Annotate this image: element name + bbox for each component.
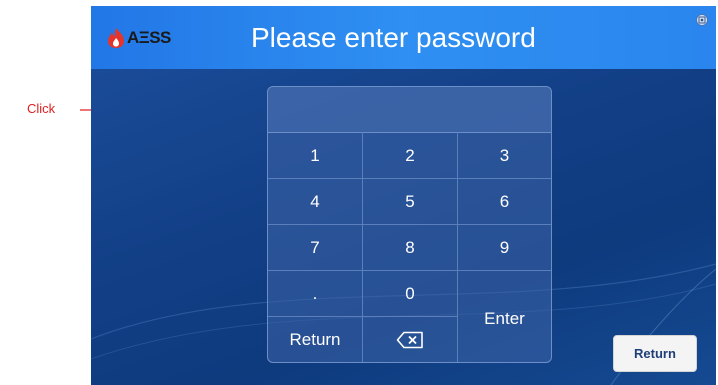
key-0[interactable]: 0 (363, 271, 457, 316)
logo-text: AΞSS (127, 28, 171, 47)
key-9[interactable]: 9 (458, 225, 551, 270)
key-5[interactable]: 5 (363, 179, 457, 224)
backspace-icon (396, 331, 423, 348)
password-field[interactable] (268, 87, 551, 133)
key-4[interactable]: 4 (268, 179, 362, 224)
flame-logo-icon (108, 28, 124, 48)
keypad-return-key[interactable]: Return (268, 317, 362, 362)
key-8[interactable]: 8 (363, 225, 457, 270)
key-dot[interactable]: . (268, 271, 362, 316)
key-7[interactable]: 7 (268, 225, 362, 270)
annotation-label: Click (27, 101, 56, 116)
return-button[interactable]: Return (613, 335, 697, 372)
password-screen: AΞSS Please enter password 1 2 3 4 5 6 7… (91, 6, 716, 385)
header-bar: AΞSS Please enter password (91, 6, 716, 69)
key-3[interactable]: 3 (458, 133, 551, 178)
enter-key[interactable]: Enter (458, 271, 551, 362)
aess-logo: AΞSS (107, 26, 171, 50)
screenshot-icon[interactable] (696, 14, 708, 26)
key-6[interactable]: 6 (458, 179, 551, 224)
key-1[interactable]: 1 (268, 133, 362, 178)
backspace-key[interactable] (363, 317, 457, 362)
key-2[interactable]: 2 (363, 133, 457, 178)
page-title: Please enter password (251, 22, 536, 53)
numeric-keypad: 1 2 3 4 5 6 7 8 9 . 0 Enter Return (267, 86, 552, 363)
